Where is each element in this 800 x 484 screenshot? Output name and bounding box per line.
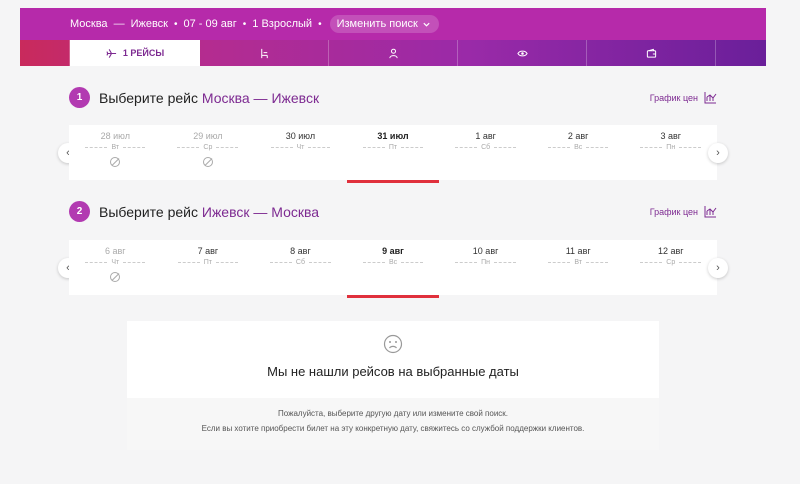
date-cell[interactable]: 11 авг Вт <box>532 240 625 295</box>
tab-payment[interactable] <box>587 40 716 66</box>
date-label: 31 июл <box>377 131 409 141</box>
date-cell[interactable]: 10 авг Пн <box>439 240 532 295</box>
date-cell[interactable]: 3 авг Пн <box>624 125 717 180</box>
date-cell: 29 июл Ср <box>162 125 255 180</box>
weekday-label: Ср <box>640 259 701 266</box>
weekday-label: Ср <box>177 144 238 151</box>
weekday-label: Пн <box>640 144 701 151</box>
seat-icon <box>260 48 268 58</box>
date-cell[interactable]: 2 авг Вс <box>532 125 625 180</box>
date-cell[interactable]: 9 авг Вс <box>346 240 440 298</box>
weekday-label: Вт <box>548 259 608 266</box>
passenger-count: 1 Взрослый <box>252 18 313 30</box>
date-label: 7 авг <box>197 246 219 256</box>
weekday-label: Пн <box>455 259 516 266</box>
sad-face-icon <box>383 334 403 354</box>
date-label: 29 июл <box>193 131 223 141</box>
weekday-label: Сб <box>455 144 516 151</box>
date-label: 9 авг <box>382 246 404 256</box>
date-label: 1 авг <box>475 131 496 141</box>
tab-review[interactable] <box>458 40 587 66</box>
weekday-label: Чт <box>271 144 331 151</box>
date-label: 12 авг <box>657 246 684 256</box>
no-flights-info: Пожалуйста, выберите другую дату или изм… <box>127 398 659 450</box>
price-graph-link[interactable]: График цен <box>650 205 717 218</box>
tab-seats[interactable] <box>200 40 329 66</box>
route-dash: — <box>113 18 125 30</box>
date-cell[interactable]: 8 авг Сб <box>254 240 347 295</box>
date-cell[interactable]: 7 авг Пт <box>162 240 255 295</box>
no-flights-title: Мы не нашли рейсов на выбранные даты <box>267 364 519 379</box>
date-cell[interactable]: 1 авг Сб <box>439 125 532 180</box>
price-graph-link[interactable]: График цен <box>650 91 717 104</box>
title-prefix: Выберите рейс <box>99 203 198 220</box>
date-label: 28 июл <box>100 131 130 141</box>
date-label: 3 авг <box>660 131 682 141</box>
chart-icon <box>704 92 717 104</box>
no-flights-card: Мы не нашли рейсов на выбранные даты <box>127 321 659 398</box>
not-available-icon <box>202 157 213 167</box>
date-cell[interactable]: 12 авг Ср <box>624 240 717 295</box>
tab-flights[interactable]: 1 РЕЙСЫ <box>70 40 200 66</box>
price-graph-label: График цен <box>649 206 698 217</box>
weekday-label: Вс <box>363 259 423 266</box>
tab-start[interactable] <box>20 40 70 66</box>
return-route: Ижевск — Москва <box>201 203 320 220</box>
weekday-label: Пт <box>178 259 238 266</box>
return-title: Выберите рейс Ижевск — Москва <box>99 204 319 220</box>
price-graph-label: График цен <box>649 92 698 103</box>
step-number-badge: 2 <box>69 201 90 222</box>
date-label: 10 авг <box>472 246 499 256</box>
date-label: 11 авг <box>565 246 591 256</box>
return-date-strip: 6 авг Чт 7 авг Пт 8 авг Сб 9 авг Вс 10 авг Пн… <box>69 240 717 298</box>
plane-icon <box>106 48 116 58</box>
separator-dot: • <box>318 18 322 30</box>
change-search-label: Изменить поиск <box>336 18 418 30</box>
date-label: 30 июл <box>285 131 316 141</box>
outbound-date-strip: 28 июл Вт 29 июл Ср 30 июл Чт 31 июл Пт 1 ав… <box>69 125 717 183</box>
date-cell[interactable]: 30 июл Чт <box>254 125 347 180</box>
chart-icon <box>704 206 717 218</box>
separator-dot: • <box>173 18 178 30</box>
eye-icon <box>516 50 528 56</box>
weekday-label: Вт <box>85 144 145 151</box>
outbound-title: Выберите рейс Москва — Ижевск <box>99 90 319 106</box>
date-label: 8 авг <box>290 246 311 256</box>
title-prefix: Выберите рейс <box>99 89 198 106</box>
info-line: Пожалуйста, выберите другую дату или изм… <box>277 409 509 418</box>
return-section-header: 2 Выберите рейс Ижевск — Москва График ц… <box>69 201 717 222</box>
outbound-section-header: 1 Выберите рейс Москва — Ижевск График ц… <box>69 87 717 108</box>
weekday-label: Сб <box>270 259 331 266</box>
tab-passengers[interactable] <box>329 40 458 66</box>
next-dates-button[interactable]: › <box>708 258 728 278</box>
weekday-label: Чт <box>85 259 145 266</box>
info-line: Если вы хотите приобрести билет на эту к… <box>201 424 585 433</box>
booking-steps-tabs: 1 РЕЙСЫ <box>20 40 766 66</box>
travel-dates: 07 - 09 авг <box>183 18 237 30</box>
outbound-route: Москва — Ижевск <box>201 89 320 106</box>
destination-city: Ижевск <box>130 18 168 30</box>
chevron-down-icon <box>423 22 430 27</box>
date-cell: 28 июл Вт <box>69 125 162 180</box>
date-cell[interactable]: 31 июл Пт <box>346 125 440 183</box>
search-summary-bar: Москва — Ижевск • 07 - 09 авг • 1 Взросл… <box>20 8 766 40</box>
step-number-badge: 1 <box>69 87 90 108</box>
not-available-icon <box>110 157 121 167</box>
tab-flights-label: 1 РЕЙСЫ <box>122 48 165 58</box>
not-available-icon <box>110 272 121 282</box>
person-icon <box>388 48 398 58</box>
wallet-icon <box>646 48 656 58</box>
change-search-button[interactable]: Изменить поиск <box>329 15 439 33</box>
date-label: 2 авг <box>567 131 589 141</box>
tab-extra[interactable] <box>716 40 766 66</box>
date-cell: 6 авг Чт <box>69 240 162 295</box>
next-dates-button[interactable]: › <box>708 143 728 163</box>
weekday-label: Вс <box>548 144 608 151</box>
weekday-label: Пт <box>363 144 423 151</box>
origin-city: Москва <box>70 18 108 30</box>
date-label: 6 авг <box>105 246 126 256</box>
separator-dot: • <box>242 18 247 30</box>
